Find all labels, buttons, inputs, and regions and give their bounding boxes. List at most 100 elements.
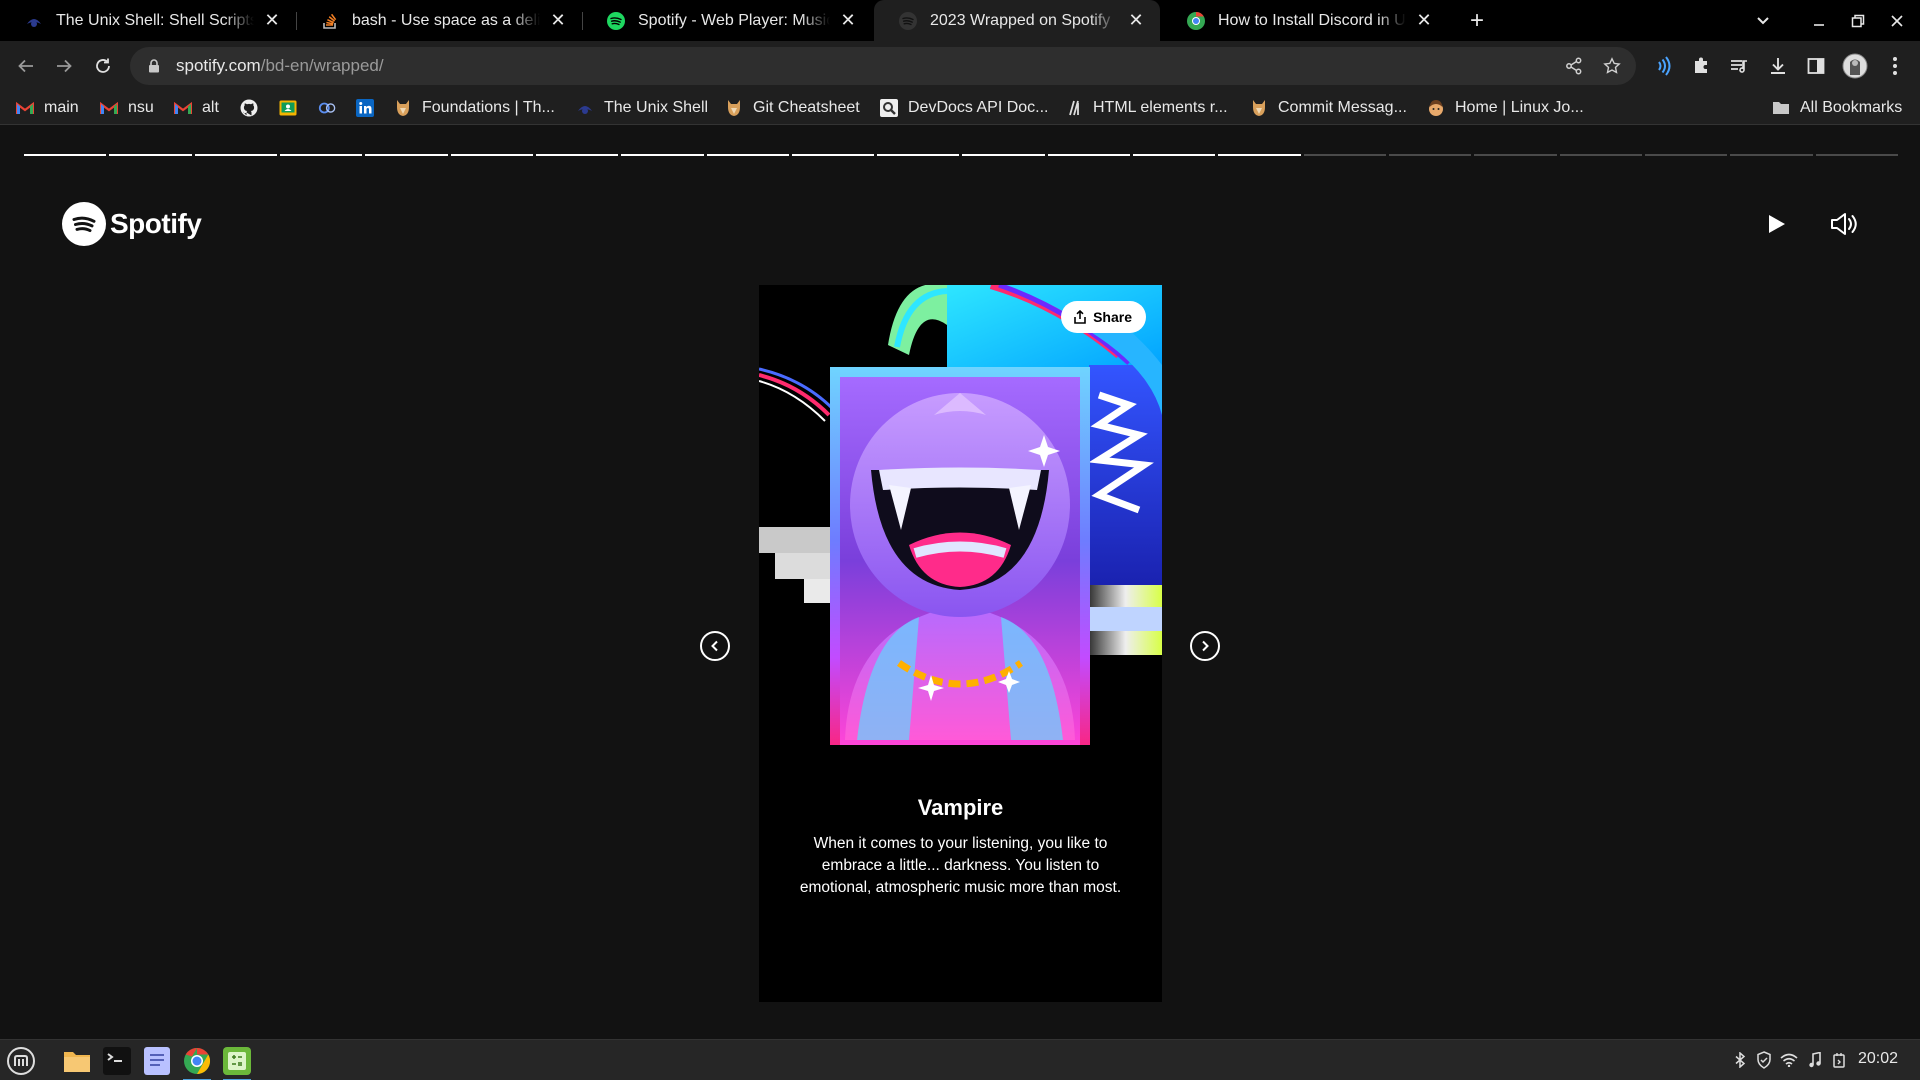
play-button[interactable] bbox=[1758, 206, 1794, 242]
progress-segment bbox=[1133, 154, 1216, 156]
progress-segment bbox=[1218, 154, 1301, 156]
story-card: Share Vampire When it comes to your list… bbox=[759, 285, 1162, 1002]
progress-segment bbox=[706, 154, 789, 156]
bookmark-label: The Unix Shell bbox=[604, 99, 709, 116]
close-icon[interactable]: ✕ bbox=[838, 10, 858, 31]
gmail-icon bbox=[174, 99, 192, 117]
all-bookmarks-folder[interactable]: All Bookmarks bbox=[1772, 96, 1902, 120]
close-icon[interactable]: ✕ bbox=[262, 10, 282, 31]
bookmark-nsu[interactable]: nsu bbox=[100, 96, 154, 120]
progress-segment bbox=[1474, 154, 1557, 156]
share-page-icon[interactable] bbox=[1562, 54, 1586, 78]
next-story-button[interactable] bbox=[1190, 631, 1220, 661]
progress-segment bbox=[1047, 154, 1131, 156]
media-sound-icon[interactable] bbox=[1650, 53, 1676, 79]
tab-title: How to Install Discord in Ubuntu bbox=[1218, 11, 1406, 29]
spotify-dark-icon bbox=[898, 11, 918, 31]
shield-icon[interactable] bbox=[1754, 1050, 1774, 1070]
url-path: /bd-en/wrapped/ bbox=[260, 56, 384, 75]
all-bookmarks-label: All Bookmarks bbox=[1800, 99, 1903, 116]
restore-icon[interactable] bbox=[1843, 6, 1873, 36]
bookmark-git-cheatsheet[interactable]: Git Cheatsheet bbox=[725, 96, 860, 120]
menu-launcher-icon[interactable] bbox=[3, 1043, 39, 1079]
side-panel-icon[interactable] bbox=[1803, 53, 1829, 79]
chrome-menu-icon[interactable] bbox=[1882, 53, 1908, 79]
progress-segment bbox=[279, 154, 363, 156]
tab-title: 2023 Wrapped on Spotify bbox=[930, 11, 1111, 29]
spotify-logo[interactable]: Spotify bbox=[62, 202, 202, 246]
address-bar[interactable]: spotify.com/bd-en/wrapped/ bbox=[130, 47, 1636, 85]
bookmark-alt[interactable]: alt bbox=[174, 96, 219, 120]
share-icon bbox=[1073, 310, 1087, 324]
calculator-icon[interactable] bbox=[219, 1043, 255, 1080]
minimize-icon[interactable] bbox=[1804, 6, 1834, 36]
progress-segment bbox=[365, 154, 448, 156]
power-icon[interactable] bbox=[1829, 1050, 1849, 1070]
story-description: When it comes to your listening, you lik… bbox=[799, 835, 1122, 896]
share-label: Share bbox=[1093, 309, 1132, 325]
share-button[interactable]: Share bbox=[1061, 301, 1146, 333]
progress-segment bbox=[450, 154, 533, 156]
bookmark-label: HTML elements r... bbox=[1093, 99, 1228, 116]
odin-icon bbox=[1250, 99, 1268, 117]
wifi-icon[interactable] bbox=[1779, 1050, 1799, 1070]
bookmark-star-icon[interactable] bbox=[1600, 54, 1624, 78]
bluetooth-icon[interactable] bbox=[1730, 1050, 1750, 1070]
lock-icon[interactable] bbox=[146, 58, 162, 74]
bookmark-linkedin[interactable] bbox=[356, 96, 384, 120]
bookmarks-bar: main nsu alt Foundations | Th... The Uni… bbox=[0, 91, 1920, 125]
tab-install-discord[interactable]: How to Install Discord in Ubuntu ✕ bbox=[1162, 0, 1448, 41]
spotify-icon bbox=[62, 202, 106, 246]
mute-button[interactable] bbox=[1826, 206, 1862, 242]
forward-button[interactable] bbox=[48, 50, 80, 82]
reading-list-icon[interactable] bbox=[1726, 53, 1752, 79]
bookmark-label: alt bbox=[202, 99, 219, 116]
clock[interactable]: 20:02 bbox=[1858, 1050, 1898, 1068]
bookmark-foundations[interactable]: Foundations | Th... bbox=[394, 96, 555, 120]
progress-segment bbox=[1303, 154, 1386, 156]
tab-strip: The Unix Shell: Shell Scripts ✕ bash - U… bbox=[0, 0, 1920, 41]
bookmark-classroom[interactable] bbox=[279, 96, 307, 120]
bookmark-github[interactable] bbox=[240, 96, 268, 120]
extensions-icon[interactable] bbox=[1688, 53, 1714, 79]
bookmark-label: Git Cheatsheet bbox=[753, 99, 860, 116]
stackoverflow-icon bbox=[320, 11, 340, 31]
bookmark-label: DevDocs API Doc... bbox=[908, 99, 1049, 116]
terminal-icon[interactable] bbox=[99, 1043, 135, 1079]
back-button[interactable] bbox=[10, 50, 42, 82]
close-icon[interactable]: ✕ bbox=[548, 10, 568, 31]
tab-search-chevron-icon[interactable] bbox=[1748, 6, 1778, 36]
close-icon[interactable]: ✕ bbox=[1414, 10, 1434, 31]
close-icon[interactable]: ✕ bbox=[1126, 10, 1146, 31]
progress-segment bbox=[791, 154, 875, 156]
close-window-icon[interactable] bbox=[1882, 6, 1912, 36]
tab-unix-shell[interactable]: The Unix Shell: Shell Scripts ✕ bbox=[0, 0, 296, 41]
carpentries-icon bbox=[24, 11, 44, 31]
bookmark-devdocs[interactable]: DevDocs API Doc... bbox=[880, 96, 1049, 120]
new-tab-button[interactable]: + bbox=[1460, 4, 1494, 38]
bookmark-unix-shell[interactable]: The Unix Shell bbox=[576, 96, 708, 120]
files-icon[interactable] bbox=[59, 1043, 95, 1079]
reload-button[interactable] bbox=[87, 50, 119, 82]
profile-avatar[interactable] bbox=[1842, 53, 1868, 79]
tab-bash-delimiter[interactable]: bash - Use space as a delimiter ✕ bbox=[296, 0, 582, 41]
wrapped-page: Spotify Share Vampire When it comes to y… bbox=[0, 126, 1920, 1039]
bookmark-commit-messages[interactable]: Commit Messag... bbox=[1250, 96, 1407, 120]
bookmark-coursera[interactable] bbox=[318, 96, 346, 120]
tab-spotify-web-player[interactable]: Spotify - Web Player: Music for everyone… bbox=[582, 0, 872, 41]
linkedin-icon bbox=[356, 99, 374, 117]
tab-wrapped[interactable]: 2023 Wrapped on Spotify ✕ bbox=[874, 0, 1160, 41]
download-icon[interactable] bbox=[1765, 53, 1791, 79]
progress-segment bbox=[109, 154, 192, 156]
chrome-taskbar-icon[interactable] bbox=[179, 1043, 215, 1080]
previous-story-button[interactable] bbox=[700, 631, 730, 661]
bookmark-html-elements[interactable]: HTML elements r... bbox=[1065, 96, 1228, 120]
text-editor-icon[interactable] bbox=[139, 1043, 175, 1079]
bookmark-label: Foundations | Th... bbox=[422, 99, 555, 116]
story-progress-bar bbox=[24, 154, 1898, 156]
sound-tray-icon[interactable] bbox=[1805, 1050, 1825, 1070]
bookmark-main[interactable]: main bbox=[16, 96, 79, 120]
bookmark-linux-journey[interactable]: Home | Linux Jo... bbox=[1427, 96, 1584, 120]
spotify-icon bbox=[606, 11, 626, 31]
progress-segment bbox=[535, 154, 619, 156]
